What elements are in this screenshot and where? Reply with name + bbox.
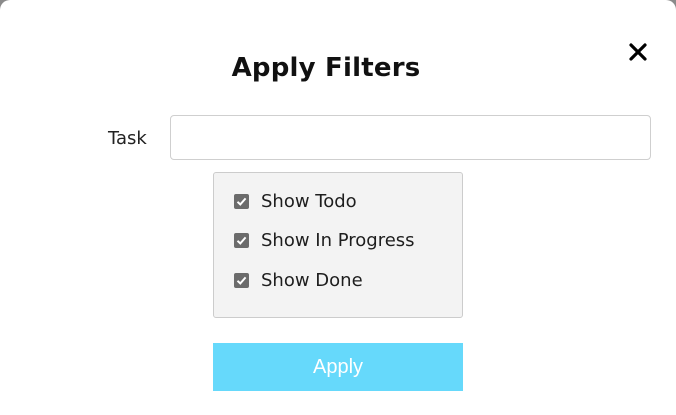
status-filter-panel: Show Todo Show In Progress Show Done [213,172,463,318]
show-todo-label: Show Todo [261,190,357,212]
checkbox-checked-icon [234,232,249,248]
show-done-checkbox[interactable]: Show Done [234,268,363,292]
apply-button[interactable]: Apply [213,343,463,391]
checkbox-checked-icon [234,193,249,209]
task-label: Task [108,128,147,149]
show-todo-checkbox[interactable]: Show Todo [234,189,357,213]
task-input[interactable] [170,115,651,160]
apply-filters-modal: Apply Filters Task Show Todo Show In Pro… [0,0,676,415]
show-in-progress-label: Show In Progress [261,229,415,251]
show-done-label: Show Done [261,269,363,291]
checkbox-checked-icon [234,272,249,288]
show-in-progress-checkbox[interactable]: Show In Progress [234,228,415,252]
modal-title: Apply Filters [231,53,421,83]
